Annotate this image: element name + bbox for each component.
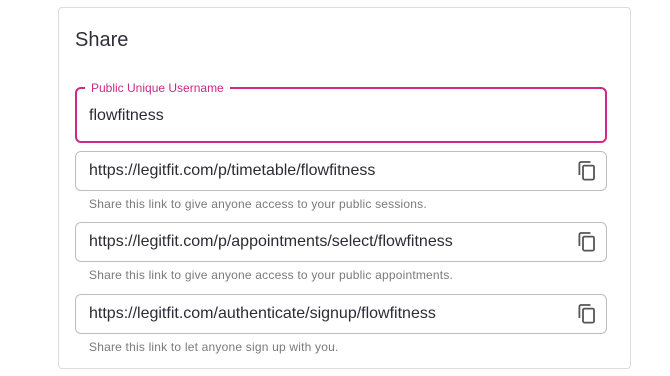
appointments-link-field[interactable]: https://legitfit.com/p/appointments/sele… — [75, 222, 607, 262]
copy-appointments-link-button[interactable] — [574, 229, 600, 255]
username-field-label: Public Unique Username — [85, 80, 230, 96]
copy-timetable-link-button[interactable] — [574, 158, 600, 184]
username-field[interactable]: Public Unique Username flowfitness — [75, 80, 607, 143]
timetable-link-helper: Share this link to give anyone access to… — [89, 197, 427, 211]
timetable-link-field[interactable]: https://legitfit.com/p/timetable/flowfit… — [75, 151, 607, 191]
signup-link-helper: Share this link to let anyone sign up wi… — [89, 340, 339, 354]
share-card: Share Public Unique Username flowfitness… — [58, 7, 631, 369]
appointments-link-helper: Share this link to give anyone access to… — [89, 268, 454, 282]
copy-icon — [578, 232, 595, 252]
timetable-link-text[interactable]: https://legitfit.com/p/timetable/flowfit… — [89, 161, 375, 181]
copy-icon — [578, 161, 595, 181]
signup-link-field[interactable]: https://legitfit.com/authenticate/signup… — [75, 294, 607, 334]
appointments-link-text[interactable]: https://legitfit.com/p/appointments/sele… — [89, 232, 453, 252]
signup-link-text[interactable]: https://legitfit.com/authenticate/signup… — [89, 304, 436, 324]
share-title: Share — [75, 29, 129, 51]
copy-signup-link-button[interactable] — [574, 301, 600, 327]
username-input[interactable]: flowfitness — [89, 106, 164, 126]
copy-icon — [578, 304, 595, 324]
